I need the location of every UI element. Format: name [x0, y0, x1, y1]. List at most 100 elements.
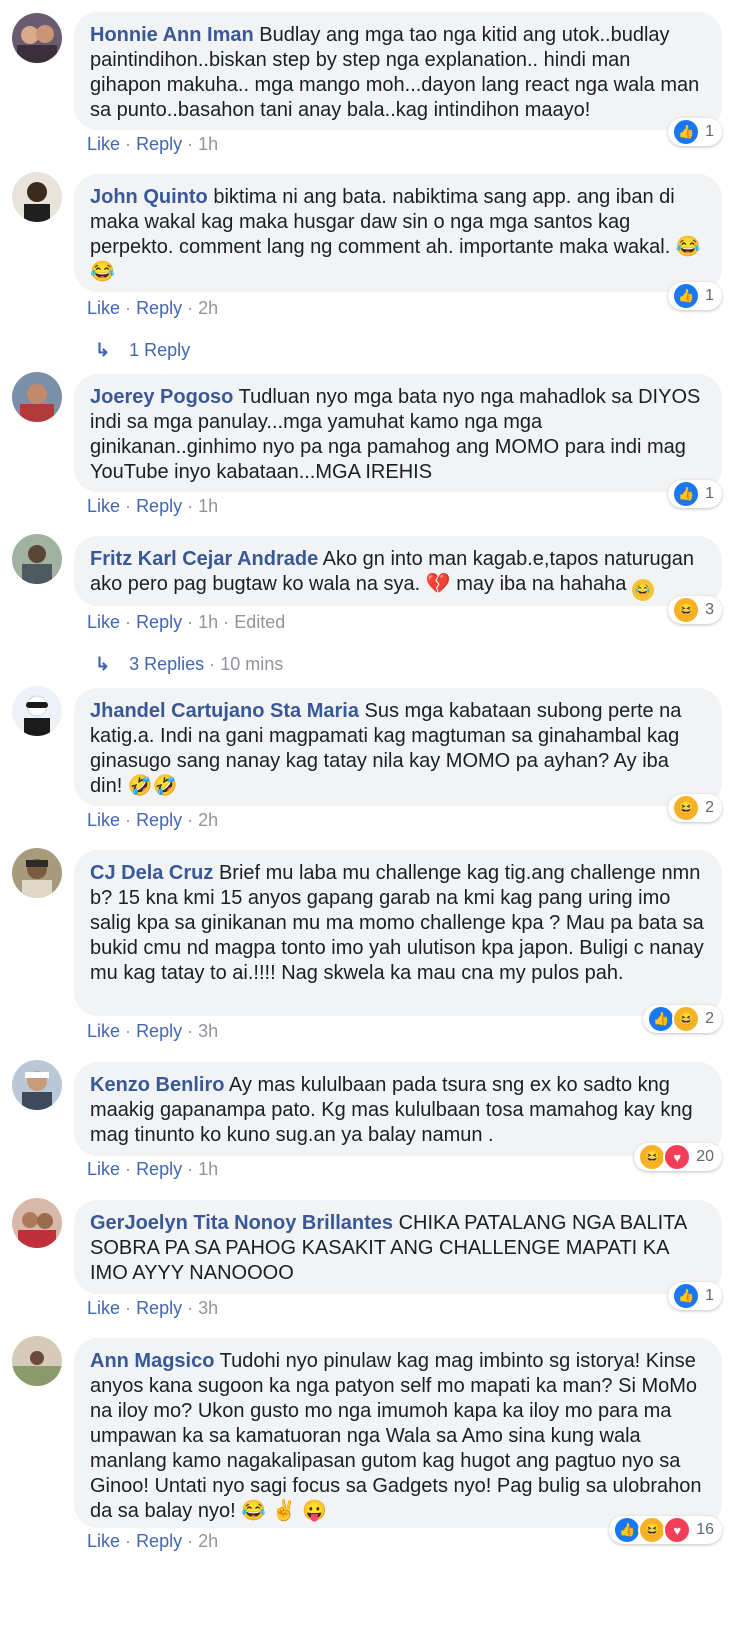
replies-label: 3 Replies	[129, 654, 205, 674]
author-name[interactable]: Honnie Ann Iman	[90, 24, 254, 46]
comment-actions: Like · Reply · 1h	[87, 134, 218, 155]
avatar[interactable]	[12, 1336, 62, 1386]
separator: ·	[187, 810, 194, 830]
reaction-summary[interactable]: 👍 😆 ♥ 16	[609, 1516, 722, 1544]
like-button[interactable]: Like	[87, 1531, 120, 1551]
like-button[interactable]: Like	[87, 1298, 120, 1318]
separator: ·	[125, 1298, 132, 1318]
reaction-summary[interactable]: 👍 😆 2	[643, 1005, 722, 1033]
haha-icon: 😆	[638, 1516, 667, 1544]
laughing-emoji-icon: 😂	[631, 579, 654, 601]
timestamp[interactable]: 2h	[198, 810, 218, 830]
author-name[interactable]: CJ Dela Cruz	[90, 862, 213, 884]
separator: ·	[187, 1298, 194, 1318]
reply-button[interactable]: Reply	[136, 1159, 182, 1179]
separator: ·	[187, 612, 194, 632]
reply-button[interactable]: Reply	[136, 1298, 182, 1318]
like-icon: 👍	[672, 282, 701, 310]
emoji: 😂 ✌ 😛	[241, 1500, 328, 1522]
replies-label: 1 Reply	[129, 340, 191, 360]
separator: ·	[125, 1021, 132, 1041]
comment-text: Tudohi nyo pinulaw kag mag imbinto sg is…	[90, 1350, 702, 1522]
like-button[interactable]: Like	[87, 298, 120, 318]
broken-heart-icon: 💔	[425, 573, 451, 595]
avatar[interactable]	[12, 848, 62, 898]
author-name[interactable]: GerJoelyn Tita Nonoy Brillantes	[90, 1212, 393, 1234]
reaction-summary[interactable]: 😆 3	[668, 596, 722, 624]
like-button[interactable]: Like	[87, 612, 120, 632]
separator: ·	[125, 298, 132, 318]
like-icon: 👍	[672, 118, 701, 146]
timestamp[interactable]: 1h	[198, 1159, 218, 1179]
reaction-count: 2	[705, 799, 714, 816]
author-name[interactable]: Joerey Pogoso	[90, 386, 233, 408]
avatar[interactable]	[12, 372, 62, 422]
reaction-summary[interactable]: 😆 ♥ 20	[634, 1143, 722, 1171]
replies-time: 10 mins	[220, 654, 284, 674]
reaction-summary[interactable]: 👍 1	[668, 118, 722, 146]
comment-bubble: CJ Dela Cruz Brief mu laba mu challenge …	[74, 850, 722, 1016]
emoji: 🤣🤣	[127, 775, 178, 797]
timestamp[interactable]: 2h	[198, 298, 218, 318]
like-icon: 👍	[647, 1005, 676, 1033]
haha-icon: 😆	[672, 1005, 701, 1033]
reaction-count: 20	[696, 1148, 714, 1165]
comment-bubble: Kenzo Benliro Ay mas kululbaan pada tsur…	[74, 1062, 722, 1156]
author-name[interactable]: Kenzo Benliro	[90, 1074, 224, 1096]
avatar[interactable]	[12, 534, 62, 584]
author-name[interactable]: Ann Magsico	[90, 1350, 214, 1372]
comment-bubble: Joerey Pogoso Tudluan nyo mga bata nyo n…	[74, 374, 722, 492]
reply-button[interactable]: Reply	[136, 298, 182, 318]
reply-button[interactable]: Reply	[136, 1021, 182, 1041]
reply-button[interactable]: Reply	[136, 496, 182, 516]
reaction-count: 16	[696, 1521, 714, 1538]
view-replies-link[interactable]: ↳ 3 Replies · 10 mins	[95, 654, 283, 675]
comment-actions: Like · Reply · 1h · Edited	[87, 612, 285, 633]
timestamp[interactable]: 1h	[198, 134, 218, 154]
separator: ·	[125, 810, 132, 830]
timestamp[interactable]: 2h	[198, 1531, 218, 1551]
haha-icon: 😆	[672, 596, 701, 624]
avatar[interactable]	[12, 1060, 62, 1110]
separator: ·	[223, 612, 230, 632]
like-button[interactable]: Like	[87, 1021, 120, 1041]
timestamp[interactable]: 3h	[198, 1021, 218, 1041]
author-name[interactable]: Jhandel Cartujano Sta Maria	[90, 700, 359, 722]
timestamp[interactable]: 1h	[198, 612, 218, 632]
comment-actions: Like · Reply · 1h	[87, 1159, 218, 1180]
view-replies-link[interactable]: ↳ 1 Reply	[95, 340, 190, 361]
avatar[interactable]	[12, 686, 62, 736]
like-icon: 👍	[672, 480, 701, 508]
reaction-summary[interactable]: 👍 1	[668, 480, 722, 508]
reaction-summary[interactable]: 👍 1	[668, 282, 722, 310]
separator: ·	[187, 1531, 194, 1551]
avatar[interactable]	[12, 172, 62, 222]
reaction-count: 1	[705, 1287, 714, 1304]
like-button[interactable]: Like	[87, 134, 120, 154]
reply-button[interactable]: Reply	[136, 810, 182, 830]
timestamp[interactable]: 1h	[198, 496, 218, 516]
comment-actions: Like · Reply · 3h	[87, 1298, 218, 1319]
haha-icon: 😆	[638, 1143, 667, 1171]
reaction-summary[interactable]: 😆 2	[668, 794, 722, 822]
comment-bubble: Fritz Karl Cejar Andrade Ako gn into man…	[74, 536, 722, 606]
comment-bubble: Jhandel Cartujano Sta Maria Sus mga kaba…	[74, 688, 722, 806]
comment-bubble: Honnie Ann Iman Budlay ang mga tao nga k…	[74, 12, 722, 130]
avatar[interactable]	[12, 1198, 62, 1248]
reply-button[interactable]: Reply	[136, 134, 182, 154]
comment-bubble: GerJoelyn Tita Nonoy Brillantes CHIKA PA…	[74, 1200, 722, 1294]
like-button[interactable]: Like	[87, 496, 120, 516]
separator: ·	[125, 1159, 132, 1179]
avatar[interactable]	[12, 13, 62, 63]
like-button[interactable]: Like	[87, 1159, 120, 1179]
reply-button[interactable]: Reply	[136, 612, 182, 632]
reaction-summary[interactable]: 👍 1	[668, 1282, 722, 1310]
comment-text-after: may iba na hahaha	[456, 573, 627, 595]
author-name[interactable]: John Quinto	[90, 186, 208, 208]
reply-button[interactable]: Reply	[136, 1531, 182, 1551]
edited-label[interactable]: Edited	[234, 612, 285, 632]
like-button[interactable]: Like	[87, 810, 120, 830]
timestamp[interactable]: 3h	[198, 1298, 218, 1318]
separator: ·	[125, 496, 132, 516]
author-name[interactable]: Fritz Karl Cejar Andrade	[90, 548, 318, 570]
